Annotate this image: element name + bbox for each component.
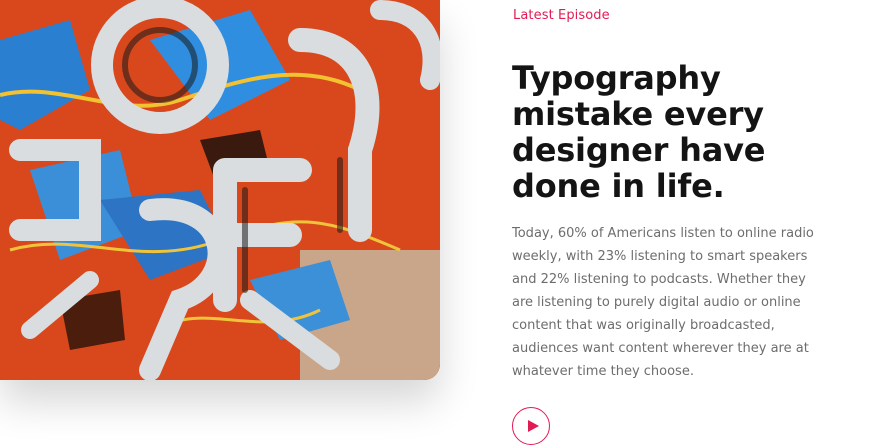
play-button[interactable] <box>512 407 550 445</box>
play-icon <box>527 420 539 432</box>
episode-section: Latest Episode Typography mistake every … <box>0 0 879 445</box>
episode-cover-image <box>0 0 440 380</box>
typography-letters-image <box>0 0 440 380</box>
episode-kicker: Latest Episode <box>513 8 610 23</box>
episode-title: Typography mistake every designer have d… <box>512 59 766 205</box>
episode-description: Today, 60% of Americans listen to online… <box>512 226 814 379</box>
